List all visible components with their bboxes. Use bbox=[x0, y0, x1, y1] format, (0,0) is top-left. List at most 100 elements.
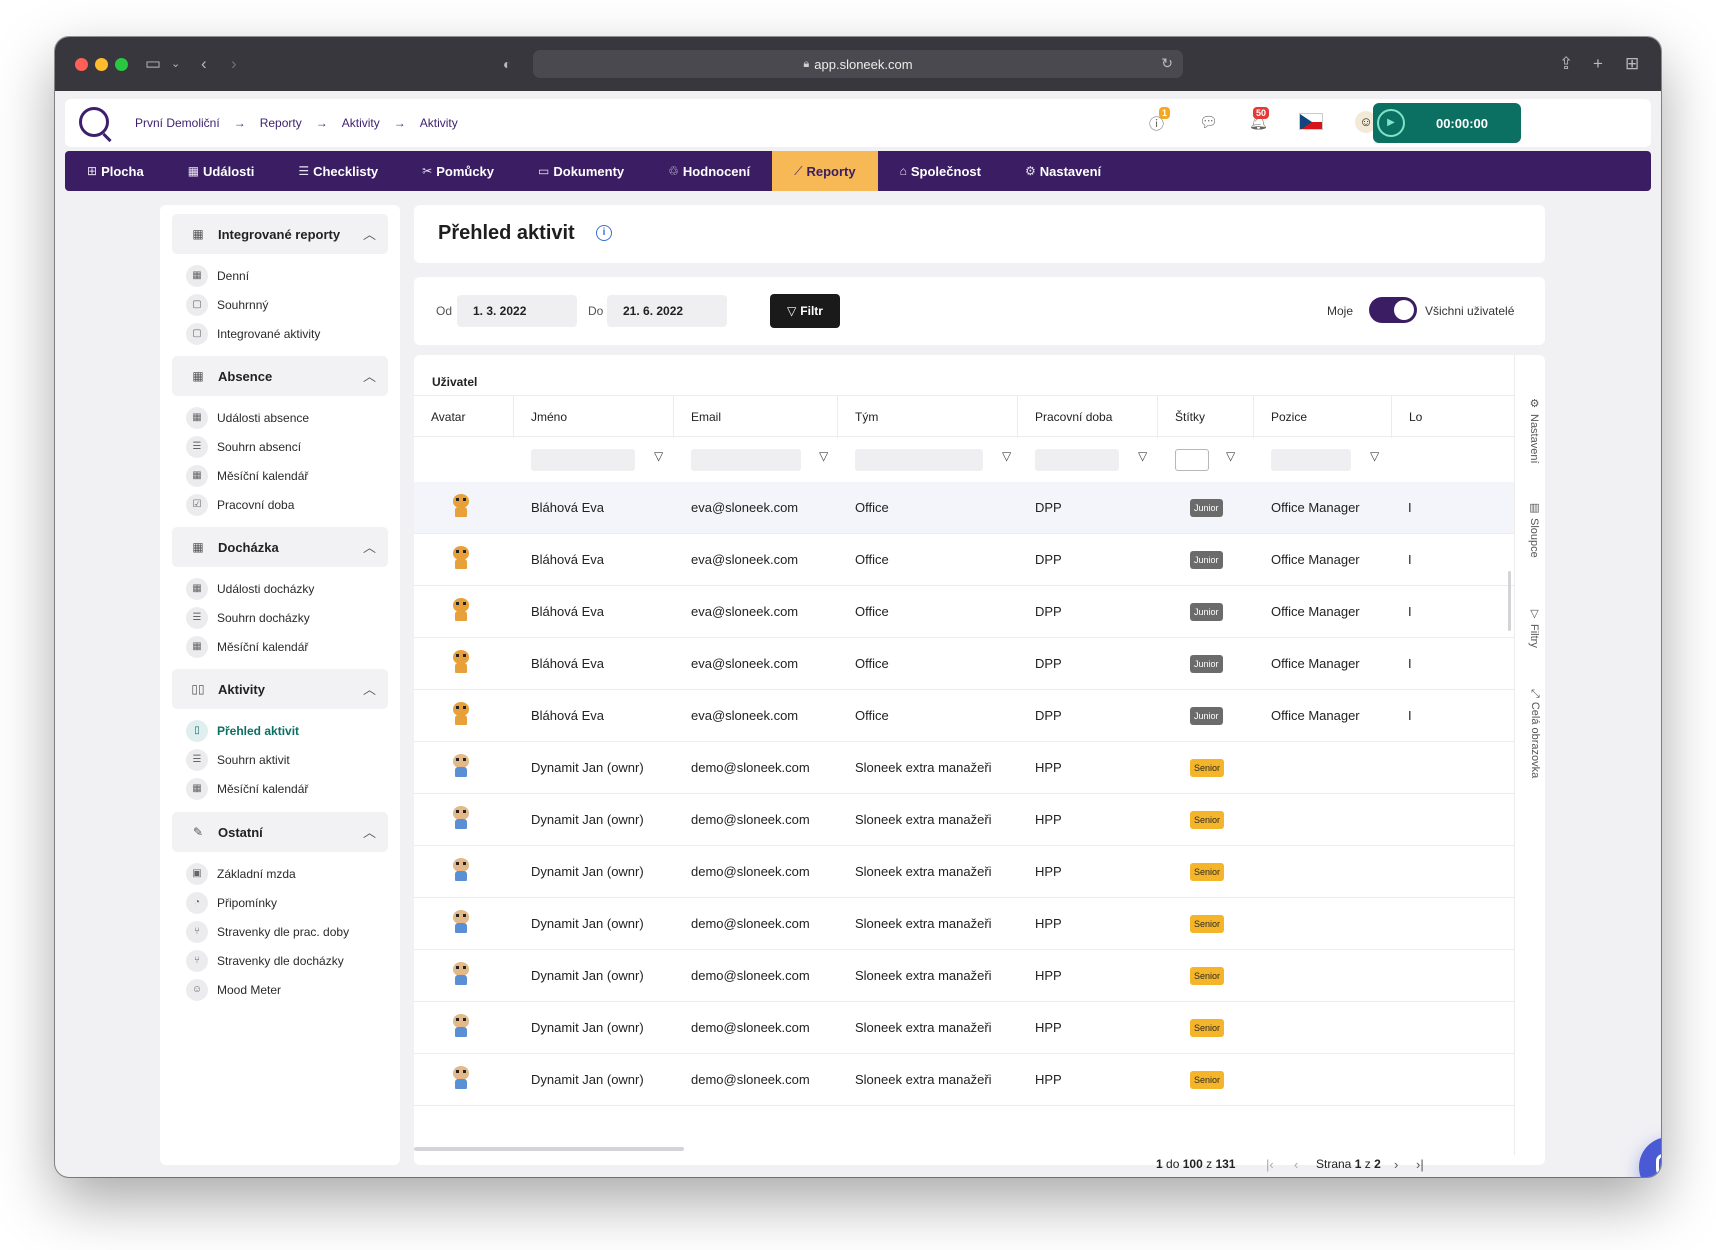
chevron-up-icon[interactable]: ︿ bbox=[363, 822, 376, 841]
nav-dokumenty[interactable]: ▭ Dokumenty bbox=[516, 151, 646, 191]
sidebar-item-souhrn-dochazky[interactable]: ☰ Souhrn docházky bbox=[186, 606, 310, 630]
nav-checklisty[interactable]: ☰ Checklisty bbox=[276, 151, 400, 191]
sidebar-item-souhrn-absenci[interactable]: ☰ Souhrn absencí bbox=[186, 435, 301, 459]
new-tab-icon[interactable]: + bbox=[1593, 53, 1603, 75]
column-header-email[interactable]: Email bbox=[674, 396, 838, 438]
sidebar-item-udalosti-absence[interactable]: ▦ Události absence bbox=[186, 406, 309, 430]
nav-pomucky[interactable]: ✂ Pomůcky bbox=[400, 151, 516, 191]
breadcrumb-item[interactable]: Reporty bbox=[260, 116, 302, 130]
sidebar-item-mesicni-kalendar-dochazka[interactable]: ▦ Měsíční kalendář bbox=[186, 635, 308, 659]
first-page-icon[interactable]: |‹ bbox=[1266, 1145, 1274, 1177]
breadcrumb-item[interactable]: První Demoliční bbox=[135, 116, 220, 130]
table-row[interactable]: Dynamit Jan (ownr) demo@sloneek.com Slonee… bbox=[414, 898, 1514, 950]
address-bar[interactable]: 🔒︎ app.sloneek.com ↻ bbox=[533, 50, 1183, 78]
sidebar-item-mood-meter[interactable]: ☺ Mood Meter bbox=[186, 978, 281, 1002]
table-row[interactable]: Bláhová Eva eva@sloneek.com Office DPP Junio… bbox=[414, 586, 1514, 638]
users-scope-toggle[interactable] bbox=[1369, 297, 1417, 323]
chevron-up-icon[interactable]: ︿ bbox=[363, 679, 376, 698]
sidebar-item-stravenky-prac-doby[interactable]: ⑂ Stravenky dle prac. doby bbox=[186, 920, 349, 944]
column-header-avatar[interactable]: Avatar bbox=[414, 396, 514, 438]
filter-icon[interactable]: ▽ bbox=[654, 449, 663, 463]
next-page-icon[interactable]: › bbox=[1394, 1145, 1398, 1177]
sidebar-item-stravenky-dochazky[interactable]: ⑂ Stravenky dle docházky bbox=[186, 949, 344, 973]
breadcrumb-item[interactable]: Aktivity bbox=[420, 116, 458, 130]
chevron-up-icon[interactable]: ︿ bbox=[363, 537, 376, 556]
work-filter-input[interactable] bbox=[1035, 449, 1119, 471]
table-row[interactable]: Dynamit Jan (ownr) demo@sloneek.com Slonee… bbox=[414, 950, 1514, 1002]
nav-reporty[interactable]: ⟋ Reporty bbox=[772, 151, 878, 191]
table-row[interactable]: Bláhová Eva eva@sloneek.com Office DPP Junio… bbox=[414, 638, 1514, 690]
sidebar-item-souhrnny[interactable]: ▢ Souhrnný bbox=[186, 293, 268, 317]
time-tracker[interactable]: ▶ 00:00:00 bbox=[1373, 103, 1521, 143]
email-filter-input[interactable] bbox=[691, 449, 801, 471]
tag-filter-select[interactable] bbox=[1175, 449, 1209, 471]
filter-button[interactable]: ▽ Filtr bbox=[770, 294, 840, 328]
forward-icon[interactable]: › bbox=[231, 53, 237, 75]
sidebar-group-aktivity[interactable]: ▯▯ Aktivity ︿ bbox=[172, 669, 388, 709]
back-icon[interactable]: ‹ bbox=[201, 53, 207, 75]
sidebar-item-denni[interactable]: ▦ Denní bbox=[186, 264, 249, 288]
play-icon[interactable]: ▶ bbox=[1377, 109, 1405, 137]
sidebar-group-absence[interactable]: ▦ Absence ︿ bbox=[172, 356, 388, 396]
info-icon[interactable]: i bbox=[596, 225, 612, 241]
breadcrumb-item[interactable]: Aktivity bbox=[342, 116, 380, 130]
chevron-down-icon[interactable]: ⌄ bbox=[171, 53, 180, 75]
last-page-icon[interactable]: ›| bbox=[1416, 1145, 1424, 1177]
name-filter-input[interactable] bbox=[531, 449, 635, 471]
filter-icon[interactable]: ▽ bbox=[1138, 449, 1147, 463]
vertical-scrollbar[interactable] bbox=[1508, 571, 1511, 631]
column-header-jmeno[interactable]: Jméno bbox=[514, 396, 674, 438]
column-header-tym[interactable]: Tým bbox=[838, 396, 1018, 438]
column-header-pozice[interactable]: Pozice bbox=[1254, 396, 1392, 438]
table-row[interactable]: Bláhová Eva eva@sloneek.com Office DPP Junio… bbox=[414, 482, 1514, 534]
sidebar-item-pracovni-doba[interactable]: ☑ Pracovní doba bbox=[186, 493, 294, 517]
share-icon[interactable]: ⇪ bbox=[1559, 53, 1573, 75]
table-row[interactable]: Dynamit Jan (ownr) demo@sloneek.com Slonee… bbox=[414, 1002, 1514, 1054]
nav-plocha[interactable]: ⊞ Plocha bbox=[65, 151, 166, 191]
table-row[interactable]: Dynamit Jan (ownr) demo@sloneek.com Slonee… bbox=[414, 1054, 1514, 1106]
chevron-up-icon[interactable]: ︿ bbox=[363, 366, 376, 385]
table-row[interactable]: Dynamit Jan (ownr) demo@sloneek.com Slonee… bbox=[414, 742, 1514, 794]
nav-spolecnost[interactable]: ⌂ Společnost bbox=[878, 151, 1003, 191]
sidebar-group-ostatni[interactable]: ✎ Ostatní ︿ bbox=[172, 812, 388, 852]
table-row[interactable]: Bláhová Eva eva@sloneek.com Office DPP Junio… bbox=[414, 690, 1514, 742]
close-window-button[interactable] bbox=[75, 58, 88, 71]
sidebar-group-integrovane-reporty[interactable]: ▦ Integrované reporty ︿ bbox=[172, 214, 388, 254]
sidebar-item-prehled-aktivit[interactable]: ▯ Přehled aktivit bbox=[186, 719, 299, 743]
side-tab-filtry[interactable]: ▽Filtry bbox=[1519, 607, 1541, 648]
chevron-up-icon[interactable]: ︿ bbox=[363, 224, 376, 243]
sidebar-item-mesicni-kalendar-aktivity[interactable]: ▦ Měsíční kalendář bbox=[186, 777, 308, 801]
sidebar-item-pripominky[interactable]: ◔ Připomínky bbox=[186, 891, 277, 915]
team-filter-input[interactable] bbox=[855, 449, 983, 471]
side-tab-cela-obrazovka[interactable]: ⤢Celá obrazovka bbox=[1519, 689, 1541, 778]
position-filter-input[interactable] bbox=[1271, 449, 1351, 471]
support-chat-button[interactable] bbox=[1639, 1137, 1661, 1177]
column-header-stitky[interactable]: Štítky bbox=[1158, 396, 1254, 438]
privacy-shield-icon[interactable]: ◐ bbox=[503, 53, 511, 75]
sloneek-logo[interactable] bbox=[79, 107, 109, 137]
minimize-window-button[interactable] bbox=[95, 58, 108, 71]
prev-page-icon[interactable]: ‹ bbox=[1294, 1145, 1298, 1177]
nav-hodnoceni[interactable]: ♲ Hodnocení bbox=[646, 151, 772, 191]
filter-icon[interactable]: ▽ bbox=[1226, 449, 1235, 463]
nav-nastaveni[interactable]: ⚙ Nastavení bbox=[1003, 151, 1123, 191]
sidebar-item-mesicni-kalendar-absence[interactable]: ▦ Měsíční kalendář bbox=[186, 464, 308, 488]
filter-icon[interactable]: ▽ bbox=[1370, 449, 1379, 463]
side-tab-sloupce[interactable]: ▥Sloupce bbox=[1519, 501, 1541, 558]
sidebar-item-integrovane-aktivity[interactable]: ▢ Integrované aktivity bbox=[186, 322, 320, 346]
from-date-input[interactable]: 1. 3. 2022 bbox=[457, 295, 577, 327]
nav-udalosti[interactable]: ▦ Události bbox=[166, 151, 277, 191]
sidebar-toggle-icon[interactable]: ▭ bbox=[145, 53, 161, 75]
table-row[interactable]: Dynamit Jan (ownr) demo@sloneek.com Slonee… bbox=[414, 846, 1514, 898]
column-header-lo[interactable]: Lo bbox=[1392, 396, 1514, 438]
zoom-window-button[interactable] bbox=[115, 58, 128, 71]
chat-icon[interactable]: 💬︎ bbox=[1199, 113, 1218, 131]
filter-icon[interactable]: ▽ bbox=[1002, 449, 1011, 463]
table-row[interactable]: Bláhová Eva eva@sloneek.com Office DPP Junio… bbox=[414, 534, 1514, 586]
sidebar-item-souhrn-aktivit[interactable]: ☰ Souhrn aktivit bbox=[186, 748, 290, 772]
table-row[interactable]: Dynamit Jan (ownr) demo@sloneek.com Slonee… bbox=[414, 794, 1514, 846]
side-tab-nastaveni[interactable]: ⚙Nastavení bbox=[1519, 397, 1541, 464]
to-date-input[interactable]: 21. 6. 2022 bbox=[607, 295, 727, 327]
sidebar-item-zakladni-mzda[interactable]: ▣ Základní mzda bbox=[186, 862, 296, 886]
tab-overview-icon[interactable]: ⊞ bbox=[1625, 53, 1639, 75]
